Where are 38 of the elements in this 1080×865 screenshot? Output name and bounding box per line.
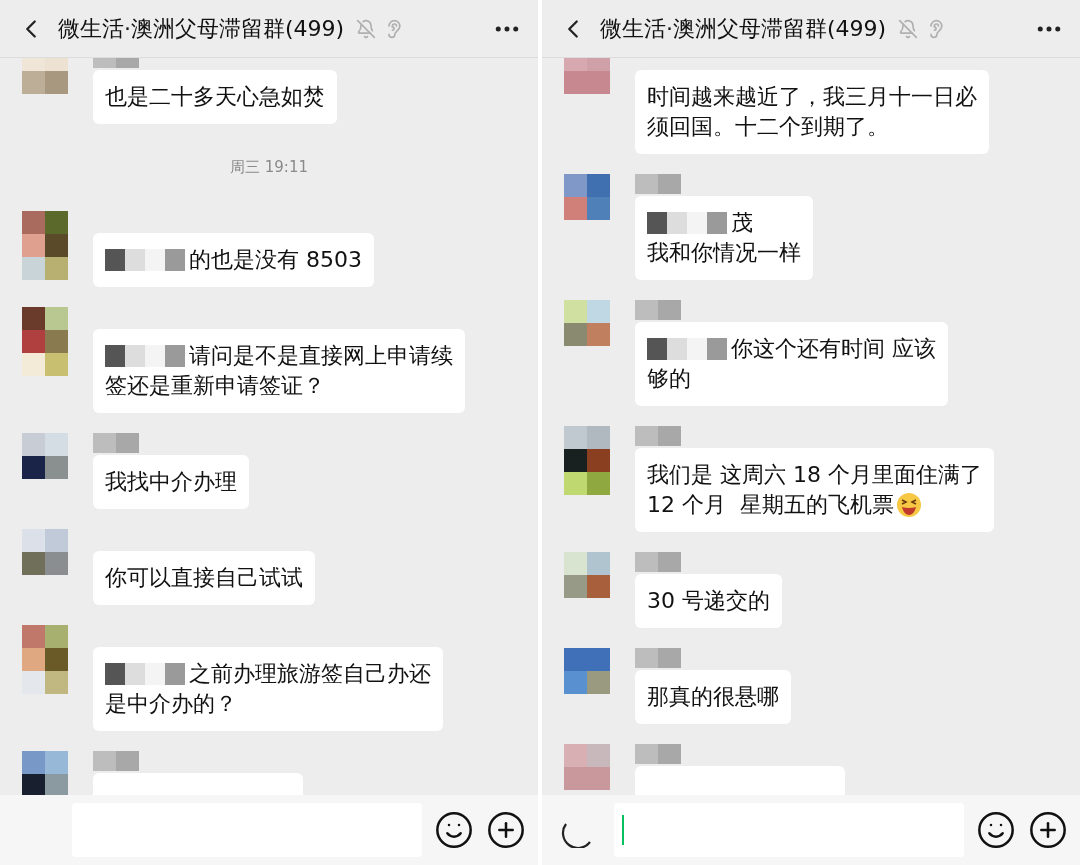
pixelated-avatar bbox=[22, 624, 68, 694]
message-text: 请问是不是直接网上申请续 bbox=[189, 341, 453, 370]
chat-title: 微生活·澳洲父母滞留群(499) bbox=[58, 15, 345, 43]
message-text: 的也是没有 8503 bbox=[189, 245, 362, 274]
timestamp: 周三 19:11 bbox=[230, 157, 308, 178]
message-text: 那真的很悬哪 bbox=[647, 683, 779, 711]
pixelated-avatar bbox=[564, 426, 610, 495]
pixelated-avatar bbox=[22, 306, 68, 376]
message-text: 12 个月 星期五的飞机票 bbox=[647, 491, 894, 519]
message-text: 30 号递交的 bbox=[647, 587, 770, 615]
message-text: 茂 bbox=[731, 209, 753, 237]
message-text: 我和你情况一样 bbox=[647, 239, 801, 267]
pixelated-avatar bbox=[22, 210, 68, 280]
pixelated-avatar bbox=[22, 432, 68, 479]
plus-icon[interactable] bbox=[1028, 810, 1068, 850]
message-text: 时间越来越近了，我三月十一日必 bbox=[647, 83, 977, 111]
message-text: 我找中介办理 bbox=[105, 467, 237, 496]
plus-icon[interactable] bbox=[486, 810, 526, 850]
message-text: 你这个还有时间 应该 bbox=[731, 335, 936, 363]
pixelated-avatar bbox=[564, 744, 610, 790]
pixelated-avatar bbox=[564, 174, 610, 220]
message-text: 也是二十多天心急如焚 bbox=[105, 83, 325, 111]
pixelated-avatar bbox=[22, 750, 68, 795]
message-text: 须回国。十二个到期了。 bbox=[647, 113, 889, 141]
message-input[interactable] bbox=[614, 803, 964, 857]
pixelated-avatar bbox=[564, 300, 610, 346]
chat-title: 微生活·澳洲父母滞留群(499) bbox=[600, 15, 887, 43]
message-text: 之前办理旅游签自己办还 bbox=[189, 659, 431, 688]
emoji-icon[interactable] bbox=[976, 810, 1016, 850]
message-text: 是中介办的？ bbox=[105, 689, 237, 718]
pixelated-avatar bbox=[564, 552, 610, 598]
message-text: 够的 bbox=[647, 365, 691, 393]
message-text: 你可以直接自己试试 bbox=[105, 563, 303, 592]
emoji-icon[interactable] bbox=[434, 810, 474, 850]
message-text: 签还是重新申请签证？ bbox=[105, 371, 325, 400]
pixelated-avatar bbox=[22, 528, 68, 575]
pixelated-avatar bbox=[564, 648, 610, 694]
message-text: 我们是 这周六 18 个月里面住满了 bbox=[647, 461, 982, 489]
